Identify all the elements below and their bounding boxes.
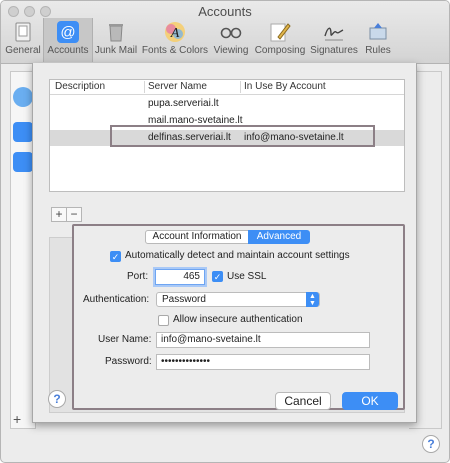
auto-detect-label: Automatically detect and maintain accoun… [125,250,350,261]
port-field[interactable]: 465 [155,269,205,285]
junk-mail-icon [109,24,123,42]
allow-insecure-checkbox[interactable] [158,315,169,326]
composing-pencil-icon [270,23,291,42]
fonts-colors-icon: A [165,22,185,42]
ok-button[interactable]: OK [342,392,398,410]
help-button[interactable]: ? [48,390,66,408]
toolbar-item-viewing[interactable]: Viewing [211,18,251,62]
password-label: Password: [105,356,152,367]
svg-text:@: @ [60,24,75,41]
tab-account-information[interactable]: Account Information [145,230,249,244]
username-field[interactable]: info@mano-svetaine.lt [156,332,370,348]
column-header-server-name[interactable]: Server Name [148,81,207,92]
table-row[interactable]: pupa.serveriai.lt [50,96,404,112]
toolbar-item-composing[interactable]: Composing [252,18,308,62]
mail-account-icon[interactable] [13,122,33,142]
tab-advanced[interactable]: Advanced [248,230,310,244]
add-account-button[interactable]: + [13,411,29,427]
viewing-glasses-icon [220,27,242,39]
cancel-button[interactable]: Cancel [275,392,331,410]
server-name-cell: pupa.serveriai.lt [148,98,219,109]
remove-server-button[interactable]: − [66,207,82,222]
toolbar-item-fonts-colors[interactable]: A Fonts & Colors [141,18,209,62]
column-header-in-use-by-account[interactable]: In Use By Account [244,81,326,92]
table-header: Description Server Name In Use By Accoun… [50,80,404,95]
general-icon [15,22,31,42]
help-button[interactable]: ? [422,435,440,453]
auto-detect-checkbox[interactable]: ✓ [110,251,121,262]
port-label: Port: [127,271,149,282]
password-field[interactable]: •••••••••••••• [156,354,370,370]
allow-insecure-label: Allow insecure authentication [173,314,303,325]
toolbar-item-rules[interactable]: Rules [361,18,395,62]
toolbar-item-accounts[interactable]: @ Accounts [43,18,93,62]
add-server-button[interactable]: + [51,207,67,222]
use-ssl-checkbox[interactable]: ✓ [212,271,223,282]
toolbar-item-junk-mail[interactable]: Junk Mail [92,18,140,62]
toolbar-item-general[interactable]: General [3,18,43,62]
authentication-label: Authentication: [83,294,150,305]
column-divider [240,81,241,93]
authentication-popup[interactable]: Password ▲ ▼ [156,292,320,307]
column-header-description[interactable]: Description [55,81,105,92]
column-divider [144,81,145,93]
titlebar: Accounts General @ Accounts Junk Mail A … [1,1,449,64]
toolbar-item-signatures[interactable]: Signatures [309,18,359,62]
icloud-account-icon[interactable] [13,87,33,107]
selected-row-highlight-annotation [110,125,375,147]
rules-icon [369,23,387,40]
accounts-at-icon: @ [57,21,79,43]
advanced-settings-dialog: Account Information Advanced ✓ Automatic… [72,224,405,410]
mail-account-icon[interactable] [13,152,33,172]
preferences-window: Accounts General @ Accounts Junk Mail A … [0,0,450,463]
chevron-updown-icon: ▲ ▼ [306,292,319,307]
authentication-value: Password [162,294,206,305]
use-ssl-label: Use SSL [227,271,267,282]
signatures-icon [324,27,344,41]
svg-text:A: A [170,26,180,41]
username-label: User Name: [98,334,152,345]
window-title: Accounts [198,4,252,19]
